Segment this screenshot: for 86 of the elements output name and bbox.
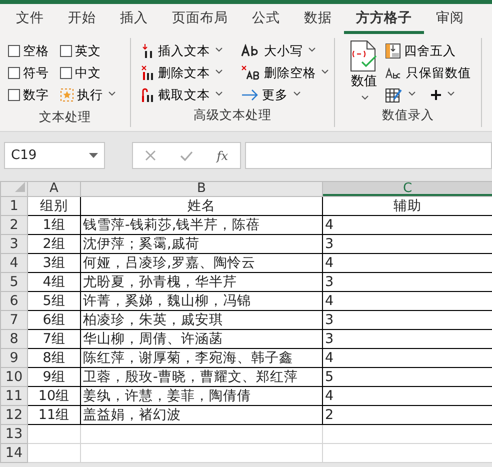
plus-icon [430, 89, 442, 101]
table-cell: 4组 [28, 272, 80, 292]
delete-text-icon [141, 65, 155, 81]
table-cell: 2组 [28, 234, 80, 254]
ribbon-tab[interactable]: 公式 [240, 4, 292, 34]
table-cell: 何娅，吕凌珍,罗嘉、陶怜云 [80, 254, 322, 272]
table-cell: 卫蓉，殷玫-曹晓，曹耀文、郑红萍 [80, 368, 322, 386]
table-cell: 1组 [28, 216, 80, 234]
ribbon-button[interactable]: 只保留数值 [385, 62, 471, 84]
table-cell: 10组 [28, 386, 80, 406]
row-header[interactable]: 3 [0, 234, 28, 254]
arrow-right-icon [241, 88, 259, 102]
ribbon-button[interactable]: 插入文本 [141, 40, 237, 62]
ribbon-button[interactable]: 截取文本 [141, 84, 237, 106]
insert-text-icon [141, 43, 155, 59]
triangle-icon [15, 182, 25, 192]
row-header[interactable]: 13 [0, 424, 28, 444]
checkbox-option[interactable]: 英文 [60, 40, 130, 62]
numeric-button[interactable]: 数值 [349, 38, 379, 106]
insert-function-button[interactable]: fx [216, 146, 228, 164]
abc-icon [385, 67, 403, 79]
table-cell: 尤盼夏，孙青槐，华半芹 [80, 272, 322, 292]
row-header[interactable]: 11 [0, 386, 28, 406]
cancel-button[interactable] [144, 150, 156, 161]
ribbon-tab[interactable]: 插入 [108, 4, 160, 34]
checkbox-option[interactable]: 中文 [60, 62, 130, 84]
table-cell: 7组 [28, 330, 80, 348]
group-label: 文本处理 [38, 108, 92, 126]
table-cell: 姓名 [80, 196, 322, 216]
row-header[interactable]: 5 [0, 272, 28, 292]
delete-space-icon [241, 65, 261, 81]
table-cell: 沈伊萍；奚霭,戚荷 [80, 234, 322, 254]
row-header[interactable]: 10 [0, 368, 28, 386]
row-header[interactable]: 4 [0, 254, 28, 272]
row-header[interactable]: 1 [0, 196, 28, 216]
table-cell: 5组 [28, 292, 80, 310]
formula-input[interactable] [245, 142, 492, 169]
table-cell: 8组 [28, 348, 80, 368]
table-cell: 陈红萍，谢厚菊，李宛海、韩子鑫 [80, 348, 322, 368]
table-cell: 姜纨，许慧，姜菲，陶倩倩 [80, 386, 322, 406]
checkbox-option[interactable]: 数字 [8, 84, 60, 106]
ribbon-button[interactable]: 四舍五入 [385, 40, 471, 62]
row-header[interactable]: 8 [0, 330, 28, 348]
table-cell: 11组 [28, 406, 80, 424]
column-header[interactable]: C [322, 182, 492, 196]
ribbon-button[interactable]: 更多 [241, 84, 336, 106]
column-header[interactable]: A [28, 182, 80, 196]
table-cell: 辅助 [322, 196, 492, 216]
ribbon-tab[interactable]: 开始 [56, 4, 108, 34]
ribbon-tab[interactable]: 页面布局 [160, 4, 240, 34]
extract-text-icon [141, 87, 155, 103]
table-cell: 盖益娟，褚幻波 [80, 406, 322, 424]
table-pencil-icon [385, 87, 403, 103]
column-header[interactable]: B [80, 182, 322, 196]
table-cell: 钱雪萍-钱莉莎,钱半芹，陈蓓 [80, 216, 322, 234]
group-label: 高级文本处理 [192, 106, 272, 124]
ribbon-button[interactable]: 大小写 [241, 40, 336, 62]
dropdown-icon [89, 153, 98, 158]
table-cell: 9组 [28, 368, 80, 386]
checkbox-option[interactable]: 空格 [8, 40, 60, 62]
row-header[interactable]: 6 [0, 292, 28, 310]
rounding-icon [385, 43, 401, 59]
table-cell: 组别 [28, 196, 80, 216]
table-cell: 柏凌珍，朱英，戚安琪 [80, 310, 322, 330]
table-cell: 3组 [28, 254, 80, 272]
ribbon-tab[interactable]: 文件 [4, 4, 56, 34]
ribbon-button[interactable]: 删除空格 [241, 62, 336, 84]
checkbox-option[interactable]: 符号 [8, 62, 60, 84]
ribbon-tab[interactable]: 数据 [292, 4, 344, 34]
ribbon-tab[interactable]: 方方格子 [344, 4, 424, 34]
name-box[interactable]: C19 [4, 142, 105, 169]
table-cell: 6组 [28, 310, 80, 330]
row-header[interactable]: 2 [0, 216, 28, 234]
row-header[interactable]: 14 [0, 444, 28, 462]
group-label: 数值录入 [381, 106, 435, 124]
row-header[interactable]: 12 [0, 406, 28, 424]
run-button[interactable]: 执行 [60, 84, 130, 106]
row-header[interactable]: 9 [0, 348, 28, 368]
table-cell: 华山柳，周倩、许涵菡 [80, 330, 322, 348]
ribbon-button[interactable]: 删除文本 [141, 62, 237, 84]
document-check-icon [349, 40, 379, 72]
table-cell: 许菁，奚娣，魏山柳，冯锦 [80, 292, 322, 310]
enter-button[interactable] [180, 150, 193, 160]
select-all-corner[interactable] [0, 182, 28, 196]
ribbon-tab[interactable]: 审阅 [424, 4, 476, 34]
row-header[interactable]: 7 [0, 310, 28, 330]
